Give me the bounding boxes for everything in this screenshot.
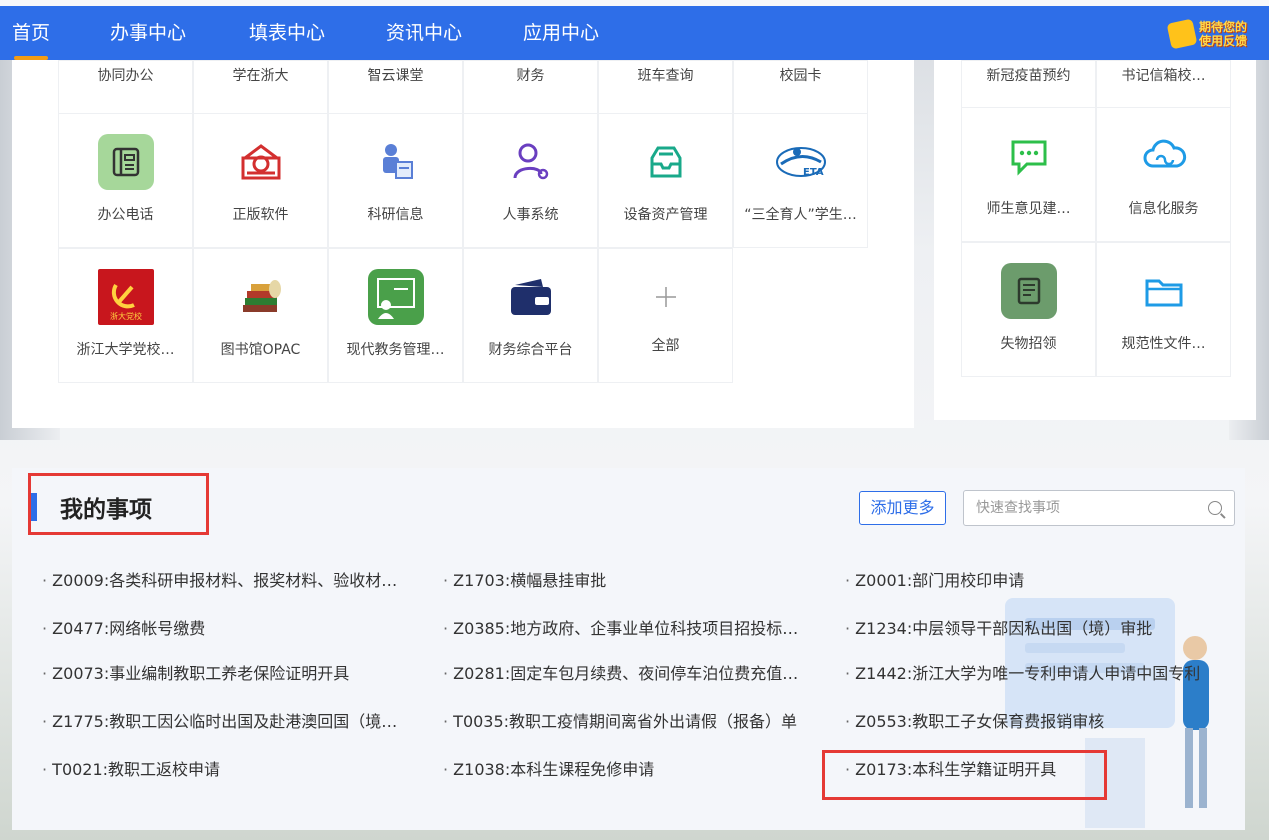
app-tile[interactable]: 协同办公 xyxy=(58,60,193,114)
app-label: 智云课堂 xyxy=(367,68,424,84)
researcher-icon xyxy=(368,134,424,190)
service-grid-panel: 新冠疫苗预约 书记信箱校… 师生意见建… 信息化服务 失物招领 规范性文件… xyxy=(934,60,1256,420)
nav-news-center[interactable]: 资讯中心 xyxy=(386,6,462,60)
feedback-text-line1: 期待您的 xyxy=(1199,20,1248,34)
app-tile-hr-system[interactable]: 人事系统 xyxy=(463,113,598,248)
app-tile[interactable]: 新冠疫苗预约 xyxy=(961,60,1096,114)
app-label: 人事系统 xyxy=(502,207,559,223)
app-tile-it-service[interactable]: 信息化服务 xyxy=(1096,107,1231,242)
feedback-icon xyxy=(1166,18,1198,50)
app-grid-panel: 协同办公 学在浙大 智云课堂 财务 班车查询 校园卡 办公电话 正版软件 科研信… xyxy=(12,60,914,428)
list-item[interactable]: Z1234:中层领导干部因私出国（境）审批 xyxy=(845,615,1225,639)
app-tile-office-phone[interactable]: 办公电话 xyxy=(58,113,193,248)
list-item[interactable]: Z0477:网络帐号缴费 xyxy=(42,615,412,639)
inbox-icon xyxy=(638,134,694,190)
app-tile-regulations[interactable]: 规范性文件… xyxy=(1096,242,1231,377)
app-label: 校园卡 xyxy=(779,68,822,84)
person-gear-icon xyxy=(503,134,559,190)
party-emblem-icon: 浙大党校 xyxy=(97,269,154,325)
list-item[interactable]: Z1442:浙江大学为唯一专利申请人申请中国专利 xyxy=(845,660,1225,684)
app-tile[interactable]: 智云课堂 xyxy=(328,60,463,114)
list-item[interactable]: Z0009:各类科研申报材料、报奖材料、验收材… xyxy=(42,567,412,591)
app-tile[interactable]: 财务 xyxy=(463,60,598,114)
app-label: 信息化服务 xyxy=(1128,201,1199,217)
app-label: 图书馆OPAC xyxy=(220,342,301,358)
list-item[interactable]: T0035:教职工疫情期间离省外出请假（报备）单 xyxy=(443,708,813,732)
app-label: 师生意见建… xyxy=(986,201,1071,217)
highlight-box-title xyxy=(28,473,209,535)
books-icon xyxy=(233,269,289,325)
list-item[interactable]: Z0553:教职工子女保育费报销审核 xyxy=(845,708,1225,732)
list-item[interactable]: Z1703:横幅悬挂审批 xyxy=(443,567,813,591)
nav-service-center[interactable]: 办事中心 xyxy=(110,6,186,60)
app-label: 全部 xyxy=(651,338,680,354)
highlight-box-item xyxy=(822,750,1107,800)
app-label: 班车查询 xyxy=(637,68,694,84)
app-tile[interactable]: 书记信箱校… xyxy=(1096,60,1231,114)
app-tile[interactable]: 校园卡 xyxy=(733,60,868,114)
nav-app-center[interactable]: 应用中心 xyxy=(523,6,599,60)
app-label: 规范性文件… xyxy=(1121,336,1206,352)
eta-logo-icon: ETA xyxy=(773,134,829,190)
app-tile-asset-management[interactable]: 设备资产管理 xyxy=(598,113,733,248)
feedback-text-line2: 使用反馈 xyxy=(1199,34,1248,48)
cloud-icon xyxy=(1136,128,1192,184)
app-label: 财务 xyxy=(516,68,545,84)
plus-icon xyxy=(638,269,694,325)
list-item[interactable]: Z0385:地方政府、企事业单位科技项目招投标… xyxy=(443,615,813,639)
add-more-button[interactable]: 添加更多 xyxy=(859,491,946,525)
app-tile-finance-platform[interactable]: 财务综合平台 xyxy=(463,248,598,383)
folder-icon xyxy=(1136,263,1192,319)
app-label: “三全育人”学生… xyxy=(744,207,857,223)
chat-bubble-icon xyxy=(1001,128,1057,184)
app-tile-licensed-software[interactable]: 正版软件 xyxy=(193,113,328,248)
party-emblem-text: 浙大党校 xyxy=(110,311,142,321)
app-label: 学在浙大 xyxy=(232,68,289,84)
list-item[interactable]: Z1038:本科生课程免修申请 xyxy=(443,756,813,780)
eta-logo-text: ETA xyxy=(803,167,824,178)
app-tile[interactable]: 学在浙大 xyxy=(193,60,328,114)
lost-found-book-icon xyxy=(1000,263,1057,319)
app-tile-research-info[interactable]: 科研信息 xyxy=(328,113,463,248)
wallet-icon xyxy=(503,269,559,325)
list-item[interactable]: T0021:教职工返校申请 xyxy=(42,756,412,780)
app-tile-lost-found[interactable]: 失物招领 xyxy=(961,242,1096,377)
app-label: 正版软件 xyxy=(232,207,289,223)
app-label: 协同办公 xyxy=(97,68,154,84)
list-item[interactable]: Z0001:部门用校印申请 xyxy=(845,567,1225,591)
app-label: 现代教务管理… xyxy=(346,342,445,358)
app-label: 设备资产管理 xyxy=(623,207,708,223)
app-tile-party-school[interactable]: 浙大党校 浙江大学党校… xyxy=(58,248,193,383)
app-tile-academic-affairs[interactable]: 现代教务管理… xyxy=(328,248,463,383)
app-tile[interactable]: 班车查询 xyxy=(598,60,733,114)
nav-form-center[interactable]: 填表中心 xyxy=(249,6,325,60)
app-label: 新冠疫苗预约 xyxy=(986,68,1071,84)
app-label: 财务综合平台 xyxy=(488,342,573,358)
app-label: 书记信箱校… xyxy=(1121,68,1206,84)
app-label: 科研信息 xyxy=(367,207,424,223)
app-label: 办公电话 xyxy=(97,207,154,223)
search-box xyxy=(963,490,1235,526)
list-item[interactable]: Z1775:教职工因公临时出国及赴港澳回国（境… xyxy=(42,708,412,732)
app-tile-all[interactable]: 全部 xyxy=(598,248,733,383)
list-item[interactable]: Z0073:事业编制教职工养老保险证明开具 xyxy=(42,660,412,684)
app-tile-student-education[interactable]: ETA “三全育人”学生… xyxy=(733,113,868,248)
app-label: 浙江大学党校… xyxy=(76,342,175,358)
feedback-button[interactable]: 期待您的 使用反馈 xyxy=(1166,14,1261,54)
app-label: 失物招领 xyxy=(1000,336,1057,352)
search-input[interactable] xyxy=(964,491,1184,525)
list-item[interactable]: Z0281:固定车包月续费、夜间停车泊位费充值… xyxy=(443,660,813,684)
app-tile-library-opac[interactable]: 图书馆OPAC xyxy=(193,248,328,383)
nav-home[interactable]: 首页 xyxy=(12,6,50,60)
app-tile-feedback-suggestions[interactable]: 师生意见建… xyxy=(961,107,1096,242)
genuine-software-icon xyxy=(233,134,289,190)
phone-book-icon xyxy=(97,134,154,190)
search-icon[interactable] xyxy=(1208,501,1222,515)
teacher-board-icon xyxy=(367,269,424,325)
top-nav: 首页 办事中心 填表中心 资讯中心 应用中心 期待您的 使用反馈 xyxy=(0,0,1269,60)
